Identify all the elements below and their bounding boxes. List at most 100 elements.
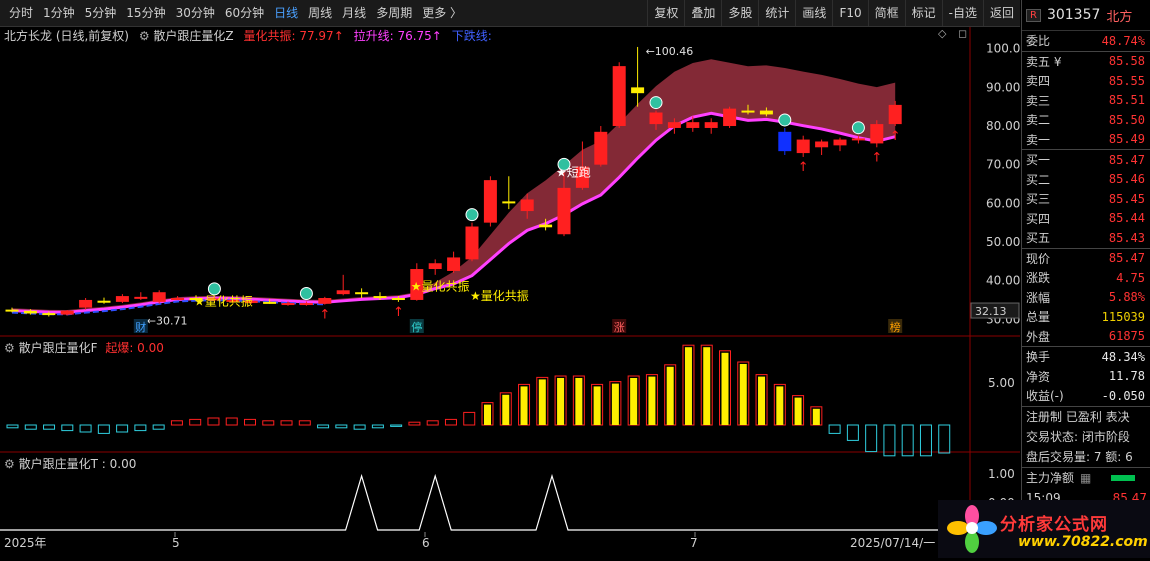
indicator-F-bar bbox=[298, 420, 311, 426]
quote-label: 买四 bbox=[1026, 211, 1051, 226]
market-badge: R bbox=[1026, 8, 1041, 22]
period-tab-0[interactable]: 分时 bbox=[4, 0, 38, 26]
uptrend-value: 拉升线: 76.75↑ bbox=[353, 29, 442, 43]
price-tick-label: 40.00 bbox=[986, 274, 1020, 288]
candle-body bbox=[115, 296, 129, 302]
event-marker: 涨 bbox=[614, 321, 625, 334]
chart-area[interactable]: 100.0 90.00 80.00 70.00 60.00 50.00 40.00 30.00… bbox=[0, 27, 1020, 558]
candle-body bbox=[704, 122, 718, 128]
quote-row: 卖五 ¥ 85.58 bbox=[1022, 50, 1150, 72]
date-axis-label: 7 bbox=[690, 536, 698, 550]
indicator-T-axis-label: 1.00 bbox=[988, 467, 1015, 481]
quote-value: 85.46 bbox=[1108, 172, 1145, 187]
event-marker: 停 bbox=[411, 320, 422, 334]
indicator-settings-icon[interactable]: ⚙ bbox=[139, 29, 150, 43]
toolbar-button-2[interactable]: 多股 bbox=[721, 0, 758, 26]
toolbar-button-1[interactable]: 叠加 bbox=[684, 0, 721, 26]
candle-body bbox=[23, 310, 37, 314]
price-tick-label: 80.00 bbox=[986, 119, 1020, 133]
indicator-F-bar bbox=[225, 417, 238, 426]
candle-body bbox=[888, 104, 902, 125]
period-tab-7[interactable]: 周线 bbox=[303, 0, 337, 26]
quote-row: 委比 48.74% bbox=[1022, 31, 1150, 51]
candle-body bbox=[631, 87, 645, 94]
site-logo: 分析家公式网 www.70822.com bbox=[938, 500, 1150, 558]
main-chart-header: 北方长龙 (日线,前复权) ⚙ 散户跟庄量化Z 量化共振: 77.97↑ 拉升线… bbox=[4, 27, 492, 44]
main-flow-label: 主力净额 bbox=[1026, 470, 1075, 485]
indicator-F-header: ⚙ 散户跟庄量化F 起爆: 0.00 bbox=[4, 339, 164, 356]
toolbar-button-7[interactable]: 标记 bbox=[904, 0, 942, 26]
status-line: 注册制 已盈利 表决 bbox=[1026, 409, 1130, 424]
collapse-icon[interactable]: ◻ bbox=[958, 27, 967, 40]
quote-row: 买三 85.45 bbox=[1022, 189, 1150, 209]
indicator-T-header: ⚙ 散户跟庄量化T : 0.00 bbox=[4, 455, 136, 472]
quote-row: 买四 85.44 bbox=[1022, 209, 1150, 229]
indicator-name[interactable]: 散户跟庄量化Z bbox=[153, 29, 233, 43]
candle-body bbox=[759, 110, 773, 115]
quote-value: 85.50 bbox=[1108, 112, 1145, 127]
period-tab-1[interactable]: 1分钟 bbox=[38, 0, 80, 26]
toolbar-button-8[interactable]: -自选 bbox=[941, 0, 983, 26]
buy-arrow-icon: ↑ bbox=[393, 305, 404, 320]
indicator-T-settings-icon[interactable]: ⚙ bbox=[4, 457, 15, 471]
period-tab-5[interactable]: 60分钟 bbox=[220, 0, 269, 26]
trade-status: 交易状态: 闭市阶段 bbox=[1026, 429, 1130, 444]
panel-controls[interactable]: ◇ ◻ bbox=[938, 27, 967, 40]
period-tab-8[interactable]: 月线 bbox=[337, 0, 371, 26]
quote-value: 85.49 bbox=[1108, 132, 1145, 147]
quote-value: 48.34% bbox=[1101, 349, 1145, 364]
period-tab-9[interactable]: 多周期 bbox=[371, 0, 417, 26]
indicator-T-name[interactable]: 散户跟庄量化T bbox=[19, 457, 98, 471]
candle-body bbox=[134, 296, 148, 299]
event-marker: 榜 bbox=[890, 320, 901, 334]
quote-row: 买二 85.46 bbox=[1022, 170, 1150, 190]
toolbar-button-4[interactable]: 画线 bbox=[795, 0, 832, 26]
candle-body bbox=[520, 199, 534, 212]
kline-chart-svg[interactable]: 100.090.0080.0070.0060.0050.0040.0030.00… bbox=[0, 27, 1020, 558]
indicator-F-bar bbox=[6, 424, 19, 429]
quote-value: 85.43 bbox=[1108, 230, 1145, 245]
toolbar-button-9[interactable]: 返回 bbox=[982, 0, 1020, 26]
indicator-F-fill bbox=[776, 386, 784, 425]
quote-row: 买一 85.47 bbox=[1022, 149, 1150, 170]
main-flow-row[interactable]: 主力净额 ▦ bbox=[1022, 466, 1150, 488]
period-tab-4[interactable]: 30分钟 bbox=[171, 0, 220, 26]
toolbar-button-3[interactable]: 统计 bbox=[758, 0, 795, 26]
toolbar-button-0[interactable]: 复权 bbox=[647, 0, 684, 26]
period-tab-3[interactable]: 15分钟 bbox=[121, 0, 170, 26]
indicator-T-line bbox=[0, 473, 970, 531]
candle-body bbox=[778, 131, 792, 152]
uptrend-ribbon bbox=[12, 59, 896, 313]
candle-body bbox=[373, 296, 387, 299]
period-tab-2[interactable]: 5分钟 bbox=[80, 0, 122, 26]
indicator-F-bar bbox=[116, 424, 129, 433]
indicator-F-settings-icon[interactable]: ⚙ bbox=[4, 341, 15, 355]
signal-badge-icon bbox=[207, 282, 221, 296]
candle-body bbox=[723, 108, 737, 127]
quote-rows: 委比 48.74% 卖五 ¥ 85.58 卖四 85.55 卖三 85.51 卖二 85.50 卖一… bbox=[1022, 31, 1150, 406]
quote-label: 卖三 bbox=[1026, 93, 1051, 108]
quote-label: 卖四 bbox=[1026, 74, 1051, 89]
toolbar-button-5[interactable]: F10 bbox=[832, 0, 867, 26]
toolbar-button-6[interactable]: 简框 bbox=[867, 0, 905, 26]
indicator-F-fill bbox=[721, 352, 729, 425]
buy-arrow-icon: ↑ bbox=[871, 150, 882, 165]
candle-body bbox=[557, 187, 571, 235]
quote-row: 外盘 61875 bbox=[1022, 327, 1150, 347]
candle-body bbox=[667, 122, 681, 128]
quote-label: 买一 bbox=[1026, 153, 1051, 168]
indicator-F-fill bbox=[758, 376, 766, 425]
date-axis-label: 2025/07/14/一 bbox=[850, 536, 935, 550]
candle-body bbox=[612, 66, 626, 127]
grid-icon[interactable]: ▦ bbox=[1080, 468, 1091, 488]
indicator-F-fill bbox=[703, 347, 711, 425]
indicator-F-fill bbox=[666, 366, 674, 425]
candle-body bbox=[465, 226, 479, 260]
period-tab-6[interactable]: 日线 bbox=[269, 0, 303, 26]
indicator-F-fill bbox=[794, 397, 802, 425]
indicator-F-bar bbox=[919, 424, 932, 457]
indicator-F-name[interactable]: 散户跟庄量化F bbox=[19, 341, 98, 355]
diamond-icon[interactable]: ◇ bbox=[938, 27, 946, 40]
indicator-F-bar bbox=[463, 411, 476, 426]
period-tab-10[interactable]: 更多 〉 bbox=[417, 0, 467, 26]
